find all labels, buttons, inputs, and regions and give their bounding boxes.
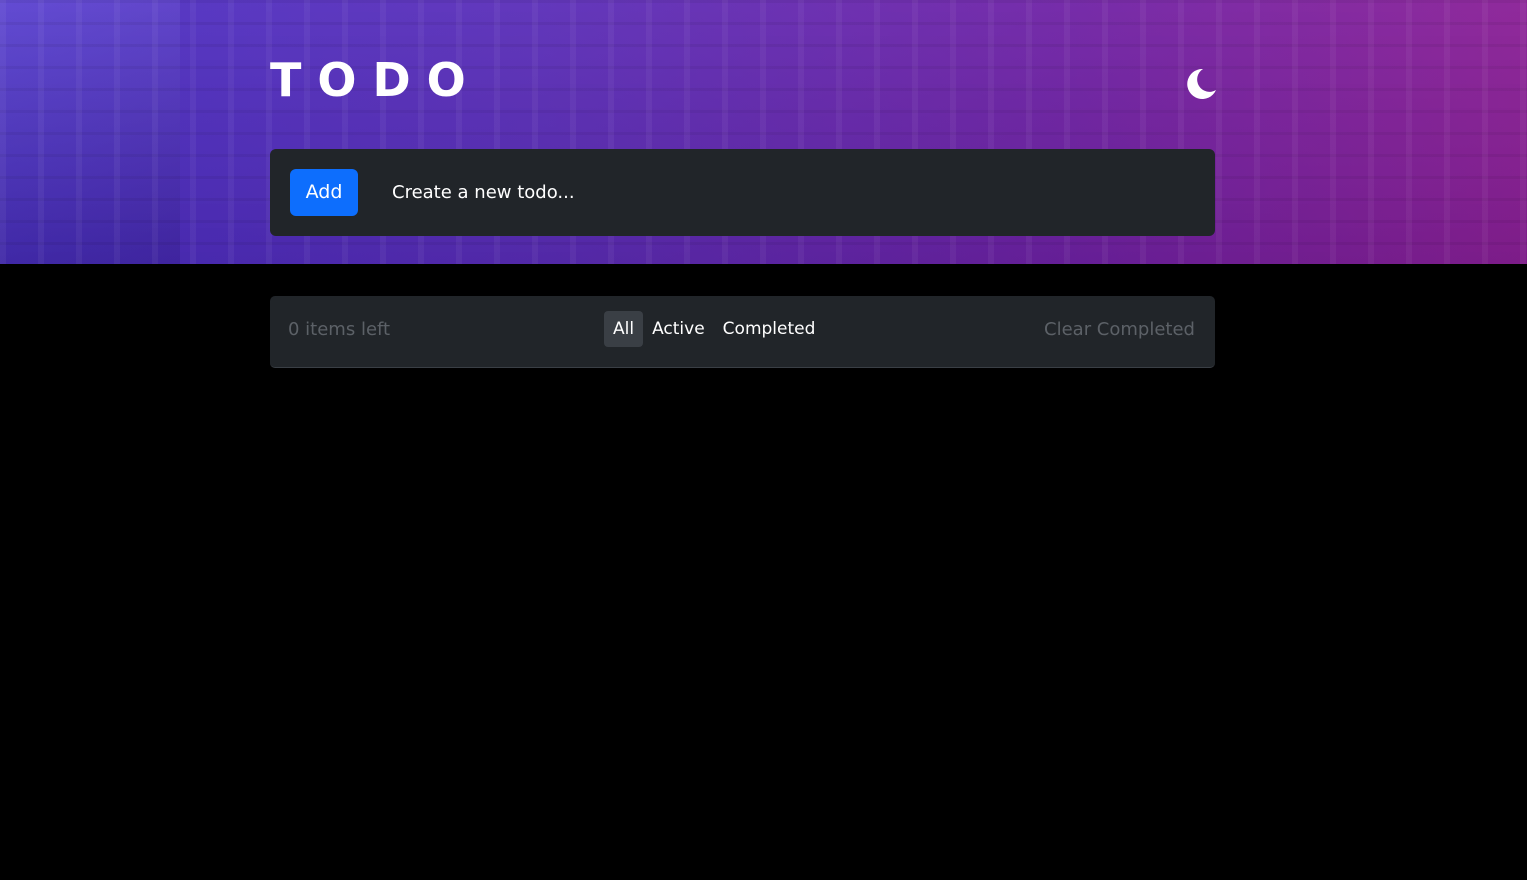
todo-footer: 0 items left All Active Completed Clear … — [270, 296, 1215, 368]
new-todo-form: Add — [270, 149, 1215, 236]
moon-icon — [1187, 68, 1216, 99]
items-left-count: 0 items left — [288, 319, 391, 340]
filter-group: All Active Completed — [604, 311, 824, 347]
theme-toggle-button[interactable] — [1183, 66, 1219, 102]
filter-completed[interactable]: Completed — [714, 311, 825, 347]
new-todo-input[interactable] — [392, 169, 1192, 216]
filter-active[interactable]: Active — [643, 311, 714, 347]
add-button[interactable]: Add — [290, 169, 358, 216]
filter-all[interactable]: All — [604, 311, 644, 347]
page-title: TODO — [270, 53, 482, 107]
header-banner: TODO Add — [0, 0, 1527, 264]
clear-completed-button[interactable]: Clear Completed — [1044, 296, 1195, 364]
